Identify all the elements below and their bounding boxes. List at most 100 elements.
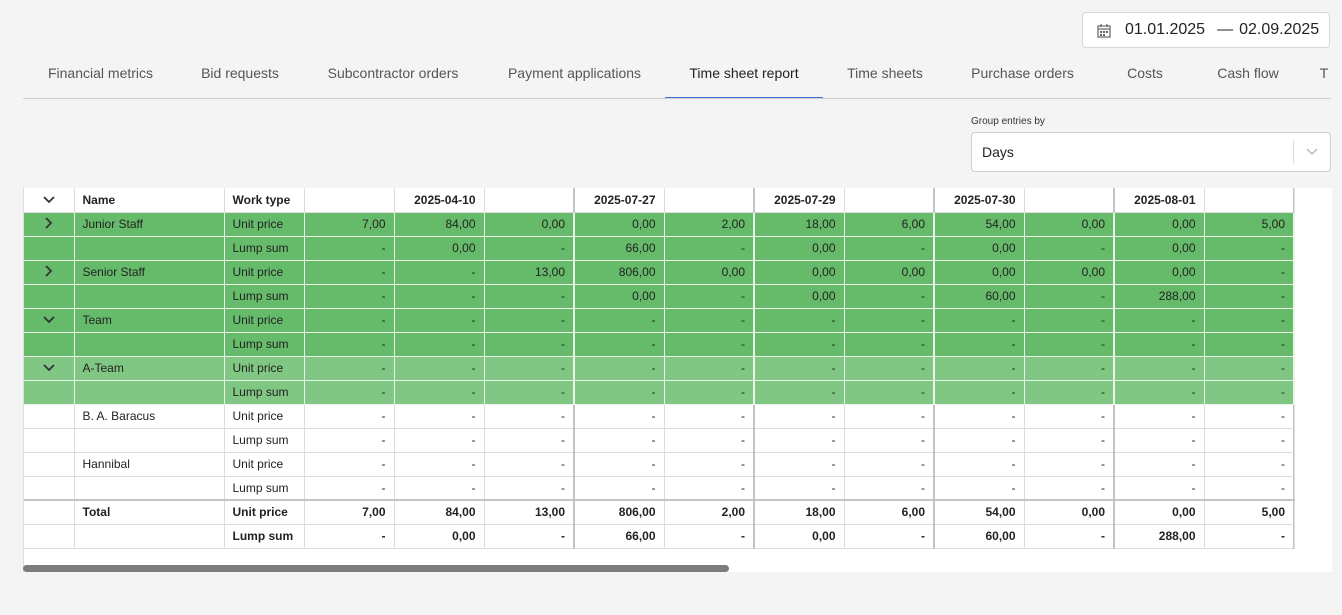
tab-costs[interactable]: Costs (1098, 56, 1192, 97)
tab-purchase-orders[interactable]: Purchase orders (947, 56, 1098, 97)
expand-row-icon[interactable] (24, 260, 75, 285)
cell-value: - (394, 308, 485, 333)
tab-time-sheets[interactable]: Time sheets (823, 56, 947, 97)
cell-work-type: Lump sum (224, 524, 305, 549)
cell-value: - (304, 284, 395, 309)
cell-name (74, 380, 225, 405)
cell-value: - (304, 356, 395, 381)
cell-value: - (664, 236, 755, 261)
cell-value: - (484, 332, 575, 357)
col-header-name[interactable]: Name (74, 188, 225, 213)
table-row: Lump sum - - - - - - - - - - - (24, 332, 1295, 357)
cell-value: - (754, 404, 845, 429)
cell-value: - (934, 452, 1025, 477)
col-header-date[interactable]: 2025-07-27 (574, 188, 665, 213)
cell-value: - (1114, 428, 1205, 453)
cell-value: 60,00 (934, 524, 1025, 549)
table-row: Lump sum -0,00-66,00-0,00-0,00-0,00- (24, 236, 1295, 261)
cell-value: - (1204, 428, 1295, 453)
tab-payment-applications[interactable]: Payment applications (484, 56, 665, 97)
col-header-date[interactable] (664, 188, 755, 213)
cell-value: - (484, 356, 575, 381)
cell-work-type: Unit price (224, 260, 305, 285)
cell-value: - (394, 380, 485, 405)
col-header-date[interactable] (1204, 188, 1295, 213)
cell-work-type: Unit price (224, 452, 305, 477)
cell-value: - (1204, 236, 1295, 261)
cell-value: - (664, 524, 755, 549)
cell-value: - (1024, 380, 1115, 405)
cell-value: - (304, 404, 395, 429)
cell-value: - (1204, 356, 1295, 381)
cell-value: - (664, 332, 755, 357)
col-header-date[interactable] (844, 188, 935, 213)
cell-value: - (934, 308, 1025, 333)
cell-value: - (304, 476, 395, 501)
cell-value: 0,00 (484, 212, 575, 237)
col-header-date[interactable] (304, 188, 395, 213)
collapse-row-icon[interactable] (24, 308, 75, 333)
col-header-date[interactable] (484, 188, 575, 213)
table-row: Hannibal Unit price - - - - - - - - - - - (24, 452, 1295, 477)
group-by-label: Group entries by (971, 116, 1045, 127)
cell-value: - (304, 428, 395, 453)
cell-value: - (1024, 284, 1115, 309)
col-header-date[interactable] (1024, 188, 1115, 213)
cell-name: Total (74, 499, 225, 525)
cell-value: - (1114, 404, 1205, 429)
expand-row-icon[interactable] (24, 212, 75, 237)
cell-name (74, 284, 225, 309)
cell-value: - (1024, 308, 1115, 333)
cell-value: - (1204, 404, 1295, 429)
cell-work-type: Unit price (224, 308, 305, 333)
collapse-row-icon[interactable] (24, 356, 75, 381)
cell-value: - (1204, 332, 1295, 357)
tab-time-sheet-report[interactable]: Time sheet report (665, 56, 823, 98)
cell-value: 66,00 (574, 524, 665, 549)
row-control-cell (24, 476, 75, 501)
date-range-picker[interactable]: 01.01.2025 — 02.09.2025 (1082, 12, 1330, 48)
cell-value: - (934, 356, 1025, 381)
tab-cash-flow[interactable]: Cash flow (1192, 56, 1304, 97)
group-by-select[interactable]: Days (971, 132, 1331, 172)
tab-overflow[interactable]: T (1304, 56, 1331, 97)
cell-value: - (754, 356, 845, 381)
cell-value: 0,00 (754, 260, 845, 285)
cell-value: - (304, 380, 395, 405)
cell-value: - (1204, 476, 1295, 501)
col-header-date[interactable]: 2025-08-01 (1114, 188, 1205, 213)
collapse-all-icon[interactable] (24, 188, 75, 213)
date-start: 01.01.2025 (1125, 21, 1206, 38)
cell-value: - (664, 428, 755, 453)
cell-value: 0,00 (1024, 499, 1115, 525)
tab-subcontractor-orders[interactable]: Subcontractor orders (302, 56, 484, 97)
cell-name: Hannibal (74, 452, 225, 477)
col-header-date[interactable]: 2025-04-10 (394, 188, 485, 213)
col-header-date[interactable]: 2025-07-29 (754, 188, 845, 213)
cell-value: - (844, 236, 935, 261)
cell-value: - (754, 380, 845, 405)
chevron-down-icon[interactable] (1294, 148, 1330, 156)
cell-name (74, 428, 225, 453)
cell-value: 0,00 (574, 284, 665, 309)
tab-bar: Financial metrics Bid requests Subcontra… (23, 56, 1331, 99)
cell-value: - (1024, 404, 1115, 429)
cell-value: - (844, 476, 935, 501)
cell-work-type: Lump sum (224, 476, 305, 501)
table-row: Lump sum - - - - - - - - - - - (24, 428, 1295, 453)
tab-financial-metrics[interactable]: Financial metrics (23, 56, 178, 97)
cell-value: - (664, 452, 755, 477)
col-header-work-type[interactable]: Work type (224, 188, 305, 213)
cell-value: - (664, 476, 755, 501)
cell-value: - (754, 476, 845, 501)
cell-value: 5,00 (1204, 212, 1295, 237)
row-control-cell (24, 524, 75, 549)
col-header-date[interactable]: 2025-07-30 (934, 188, 1025, 213)
cell-value: - (754, 332, 845, 357)
cell-value: - (574, 332, 665, 357)
cell-value: - (1114, 332, 1205, 357)
row-control-cell (24, 404, 75, 429)
table-row: A-Team Unit price - - - - - - - - - - - (24, 356, 1295, 381)
tab-bid-requests[interactable]: Bid requests (178, 56, 302, 97)
horizontal-scrollbar[interactable] (23, 565, 729, 572)
